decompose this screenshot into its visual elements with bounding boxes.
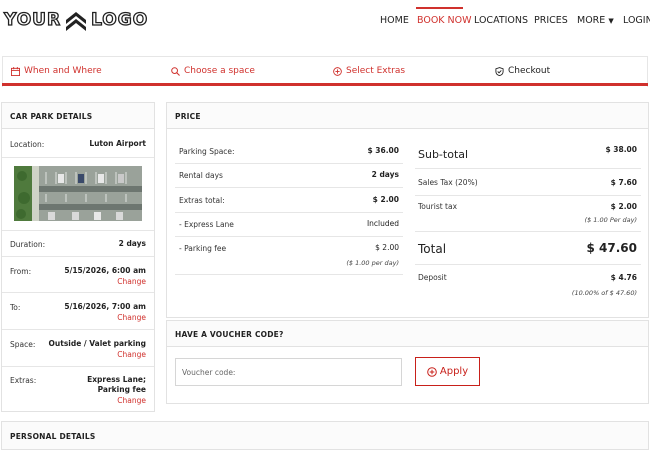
nav-more-label: MORE bbox=[577, 15, 606, 26]
voucher-code-input[interactable] bbox=[175, 358, 402, 386]
site-logo[interactable]: YOUR LOGO bbox=[3, 9, 149, 31]
nav-active-indicator bbox=[416, 7, 463, 9]
change-extras-link[interactable]: Change bbox=[117, 396, 146, 405]
from-value: 5/15/2026, 6:00 am bbox=[64, 266, 146, 275]
panel-title: CAR PARK DETAILS bbox=[2, 103, 154, 129]
divider bbox=[2, 366, 154, 367]
panel-title: PRICE bbox=[167, 103, 648, 129]
chevron-logo-icon bbox=[66, 12, 87, 31]
divider bbox=[415, 195, 641, 196]
nav-more[interactable]: MORE ▼ bbox=[577, 15, 614, 26]
change-from-link[interactable]: Change bbox=[117, 277, 146, 286]
car-park-details-panel: CAR PARK DETAILS Location: Luton Airport… bbox=[1, 102, 155, 412]
location-value: Luton Airport bbox=[89, 139, 146, 148]
step-label: Checkout bbox=[508, 66, 551, 76]
subtotal-label: Sub-total bbox=[418, 148, 469, 161]
step-label: Select Extras bbox=[346, 66, 406, 76]
tourist-tax-note: ($ 1.00 Per day) bbox=[584, 216, 637, 224]
divider bbox=[2, 256, 154, 257]
shield-check-icon bbox=[495, 66, 504, 76]
divider bbox=[175, 212, 403, 213]
extras-value: Express Lane; Parking fee bbox=[87, 375, 146, 394]
personal-details-panel: PERSONAL DETAILS bbox=[1, 421, 649, 450]
divider bbox=[415, 264, 641, 265]
plus-circle-icon bbox=[333, 66, 342, 76]
location-label: Location: bbox=[10, 140, 45, 149]
deposit-label: Deposit bbox=[418, 273, 447, 282]
tourist-tax-value: $ 2.00 bbox=[610, 202, 637, 211]
change-to-link[interactable]: Change bbox=[117, 313, 146, 322]
divider bbox=[2, 329, 154, 330]
car-park-image bbox=[14, 166, 142, 221]
panel-title: PERSONAL DETAILS bbox=[2, 422, 648, 450]
apply-voucher-button[interactable]: Apply bbox=[415, 357, 480, 386]
caret-down-icon: ▼ bbox=[608, 17, 614, 25]
plus-circle-icon bbox=[427, 366, 437, 377]
tourist-tax-label: Tourist tax bbox=[418, 202, 458, 211]
nav-prices[interactable]: PRICES bbox=[534, 15, 568, 26]
extras-total-label: Extras total: bbox=[179, 196, 225, 205]
logo-text-left: YOUR bbox=[3, 9, 62, 30]
step-label: When and Where bbox=[24, 66, 102, 76]
parking-fee-note: ($ 1.00 per day) bbox=[346, 259, 399, 267]
voucher-panel: HAVE A VOUCHER CODE? Apply bbox=[166, 320, 649, 404]
step-select-extras[interactable]: Select Extras bbox=[333, 66, 405, 76]
panel-title: HAVE A VOUCHER CODE? bbox=[167, 321, 648, 347]
from-label: From: bbox=[10, 267, 32, 276]
express-lane-value: Included bbox=[366, 219, 399, 228]
step-label: Choose a space bbox=[184, 66, 255, 76]
apply-label: Apply bbox=[439, 366, 469, 377]
rental-days-value: 2 days bbox=[371, 170, 399, 179]
divider bbox=[2, 292, 154, 293]
parking-space-value: $ 36.00 bbox=[367, 146, 399, 155]
calendar-icon bbox=[11, 66, 20, 76]
change-space-link[interactable]: Change bbox=[117, 350, 146, 359]
deposit-note: (10.00% of $ 47.60) bbox=[571, 289, 637, 297]
rental-days-label: Rental days bbox=[179, 171, 223, 180]
logo-text-right: LOGO bbox=[90, 9, 149, 30]
deposit-value: $ 4.76 bbox=[610, 273, 637, 282]
steps-progress-bar bbox=[2, 83, 648, 86]
space-label: Space: bbox=[10, 340, 36, 349]
space-value: Outside / Valet parking bbox=[48, 339, 146, 348]
total-value: $ 47.60 bbox=[586, 241, 637, 255]
duration-value: 2 days bbox=[118, 239, 146, 248]
parking-space-label: Parking Space: bbox=[179, 147, 235, 156]
nav-home[interactable]: HOME bbox=[380, 15, 409, 26]
to-label: To: bbox=[10, 303, 21, 312]
extras-label: Extras: bbox=[10, 376, 37, 385]
divider bbox=[175, 236, 403, 237]
divider bbox=[2, 230, 154, 231]
sales-tax-label: Sales Tax (20%) bbox=[418, 178, 478, 187]
top-navigation: YOUR LOGO HOME BOOK NOW LOCATIONS PRICES… bbox=[0, 0, 650, 42]
total-label: Total bbox=[418, 242, 447, 256]
nav-locations[interactable]: LOCATIONS bbox=[474, 15, 528, 26]
nav-book-now[interactable]: BOOK NOW bbox=[417, 15, 472, 26]
extras-total-value: $ 2.00 bbox=[372, 195, 399, 204]
search-icon bbox=[171, 66, 180, 76]
divider bbox=[175, 163, 403, 164]
express-lane-label: - Express Lane bbox=[179, 220, 234, 229]
parking-fee-label: - Parking fee bbox=[179, 244, 227, 253]
sales-tax-value: $ 7.60 bbox=[610, 178, 637, 187]
step-when-and-where[interactable]: When and Where bbox=[11, 66, 102, 76]
divider bbox=[175, 187, 403, 188]
divider bbox=[2, 157, 154, 158]
price-panel: PRICE Parking Space: $ 36.00 Rental days… bbox=[166, 102, 649, 318]
step-choose-a-space[interactable]: Choose a space bbox=[171, 66, 255, 76]
parking-fee-value: $ 2.00 bbox=[375, 243, 399, 252]
to-value: 5/16/2026, 7:00 am bbox=[64, 302, 146, 311]
duration-label: Duration: bbox=[10, 240, 46, 249]
divider bbox=[415, 168, 641, 169]
divider bbox=[415, 231, 641, 232]
divider bbox=[175, 274, 403, 275]
step-checkout[interactable]: Checkout bbox=[495, 66, 550, 76]
nav-login[interactable]: LOGIN bbox=[623, 15, 650, 26]
subtotal-value: $ 38.00 bbox=[605, 145, 637, 154]
